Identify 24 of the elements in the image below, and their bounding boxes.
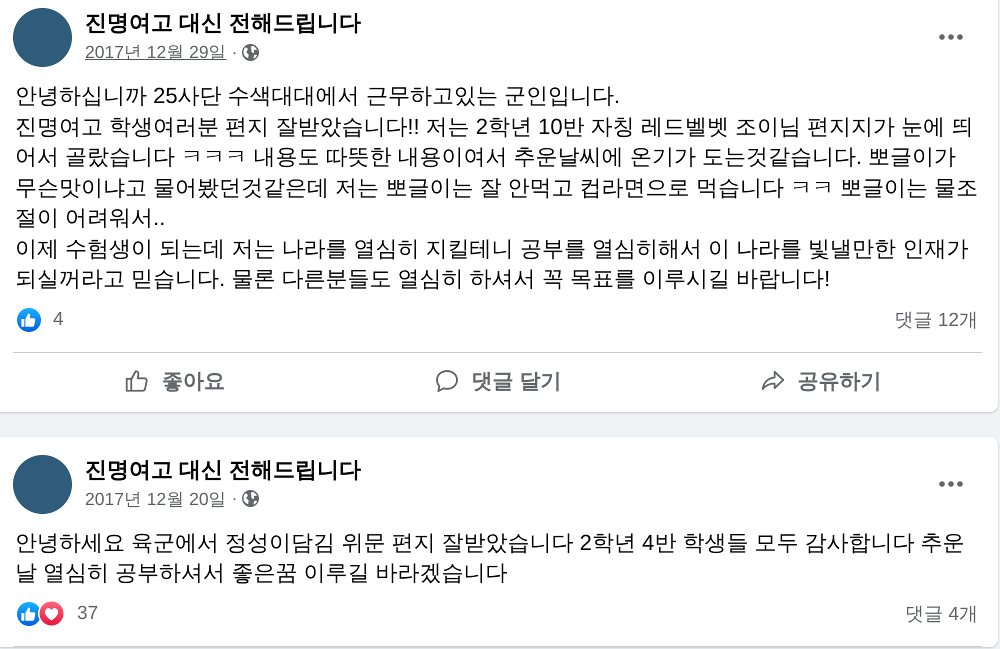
thumbs-up-reaction-icon	[17, 308, 41, 332]
thumbs-up-icon	[124, 368, 150, 394]
thumbs-up-reaction-icon	[17, 602, 41, 626]
page-name-link[interactable]: 진명여고 대신 전해드립니다	[85, 456, 362, 482]
date-separator: ·	[232, 488, 238, 509]
comment-count-link[interactable]: 댓글 4개	[905, 600, 978, 626]
share-button[interactable]: 공유하기	[659, 358, 982, 402]
reaction-count[interactable]: 4	[53, 308, 64, 330]
speech-bubble-icon	[434, 368, 460, 394]
like-button[interactable]: 좋아요	[13, 358, 336, 402]
post-date-link[interactable]: 2017년 12월 29일	[85, 40, 227, 64]
page-name-link[interactable]: 진명여고 대신 전해드립니다	[85, 10, 362, 36]
globe-icon	[242, 44, 260, 60]
post-date-link[interactable]: 2017년 12월 20일	[85, 486, 227, 510]
post-text: 안녕하십니까 25사단 수색대대에서 근무하고있는 군인입니다. 진명여고 학생여러분 편지 잘받았습니다!! 저는 2학년 10반 자칭 레드벨벳 조이님 편지지가 눈에 띄어서 골랐습니다 ㅋㅋㅋ 내용도 따뜻한 내용이여서 추운날씨에 온기가 도는것같습니다. 뽀글이가 무슨맛이냐고 물어봤던것같은데 저는 뽀글이는 잘 안먹고 컵라면으로 먹습니다 ㅋㅋ 뽀글이는 물조절이 어려워서.. 이제 수험생이 되는데 저는 나라를 열심히 지킬테니 공부를 열심히해서 이 나라를 빛낼만한 인재가 되실꺼라고 믿습니다. 물론 다른분들도 열심히 하셔서 꼭 목표를 이루시길 바랍니다!	[15, 82, 980, 293]
more-icon[interactable]	[939, 480, 963, 486]
more-icon[interactable]	[939, 34, 963, 40]
heart-reaction-icon	[38, 600, 65, 627]
reaction-count[interactable]: 37	[77, 602, 98, 624]
comment-button[interactable]: 댓글 달기	[336, 358, 659, 402]
date-separator: ·	[232, 42, 238, 62]
comment-count-link[interactable]: 댓글 12개	[894, 306, 978, 332]
globe-icon	[242, 490, 260, 507]
post-text: 안녕하세요 육군에서 정성이담김 위문 편지 잘받았습니다 2학년 4반 학생들 모두 감사합니다 추운날 열심히 공부하셔서 좋은꿈 이루길 바라겠습니다	[15, 528, 966, 587]
